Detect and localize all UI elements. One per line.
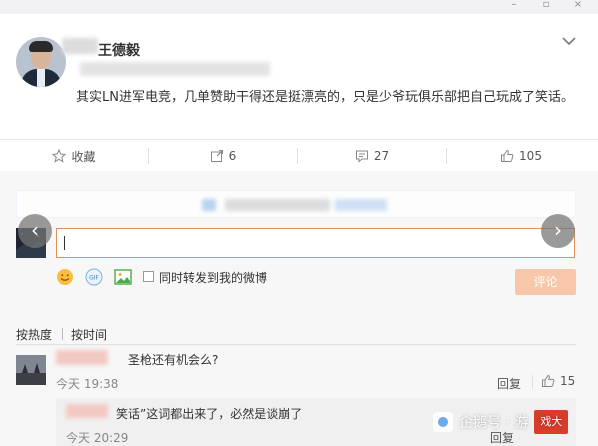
- comment-button[interactable]: 27: [298, 140, 446, 172]
- post-action-bar: 收藏 6 27 105: [0, 139, 598, 171]
- window-titlebar: – ▫ ×: [0, 0, 598, 14]
- emoji-icon[interactable]: [56, 268, 74, 286]
- blurred-commenter-name: [56, 350, 108, 365]
- like-button[interactable]: 105: [447, 140, 595, 172]
- arrow-right-icon[interactable]: ›: [541, 214, 575, 248]
- repost-icon: [210, 150, 223, 162]
- submit-comment-button[interactable]: 评论: [515, 269, 576, 295]
- favorite-label: 收藏: [71, 149, 96, 164]
- comment-text: 圣枪还有机会么?: [128, 353, 219, 367]
- comment-input[interactable]: [56, 228, 575, 258]
- forward-checkbox[interactable]: [143, 271, 154, 282]
- blurred-replier-name: [66, 404, 108, 418]
- arrow-left-icon[interactable]: ‹: [18, 214, 52, 248]
- watermark: 企鹅号 · 游 戏大: [433, 410, 569, 434]
- forward-label: 同时转发到我的微博: [159, 271, 268, 285]
- comment-like-count: 15: [560, 374, 576, 388]
- weibo-post: 王德毅 其实LN进军电竞，几单赞助干得还是挺漂亮的，只是少爷玩俱乐部把自己玩成了…: [0, 14, 598, 139]
- maximize-icon[interactable]: ▫: [534, 0, 558, 12]
- sub-comment-text: 笑话”这词都出来了，必然是谈崩了: [116, 407, 303, 421]
- sub-comment-time: 今天 20:29: [66, 431, 129, 445]
- author-name[interactable]: 王德毅: [98, 40, 140, 60]
- watermark-box: 戏大: [534, 410, 569, 434]
- minimize-icon[interactable]: –: [502, 0, 526, 12]
- repost-count: 6: [228, 149, 237, 163]
- watermark-text: 企鹅号 · 游: [459, 415, 529, 431]
- like-count: 105: [519, 149, 542, 163]
- sort-divider: [16, 344, 576, 345]
- favorite-button[interactable]: 收藏: [0, 140, 148, 172]
- sort-by-hot[interactable]: 按热度: [16, 326, 52, 343]
- post-text: 其实LN进军电竞，几单赞助干得还是挺漂亮的，只是少爷玩俱乐部把自己玩成了笑话。: [76, 90, 574, 105]
- comment-count: 27: [373, 149, 390, 163]
- penguin-logo-icon: [433, 412, 453, 432]
- repost-button[interactable]: 6: [149, 140, 297, 172]
- comment-icon: [355, 150, 368, 163]
- reply-button[interactable]: 回复: [497, 375, 521, 392]
- svg-text:GIF: GIF: [89, 275, 99, 282]
- gif-icon[interactable]: GIF: [85, 268, 103, 286]
- close-icon[interactable]: ×: [566, 0, 590, 12]
- comment-time: 今天 19:38: [56, 377, 119, 391]
- blurred-post-meta: [80, 62, 270, 76]
- chevron-down-icon[interactable]: [559, 34, 579, 48]
- comment-like-button[interactable]: 15: [541, 374, 575, 388]
- sort-by-time[interactable]: 按时间: [71, 326, 107, 343]
- thumbs-up-icon: [542, 374, 555, 387]
- author-avatar[interactable]: [16, 37, 66, 87]
- notice-banner: [16, 190, 576, 218]
- blurred-name-prefix: [62, 38, 98, 54]
- star-icon: [52, 149, 67, 163]
- commenter-avatar[interactable]: [16, 355, 46, 385]
- thumbs-up-icon: [501, 149, 514, 162]
- image-icon[interactable]: [114, 268, 132, 286]
